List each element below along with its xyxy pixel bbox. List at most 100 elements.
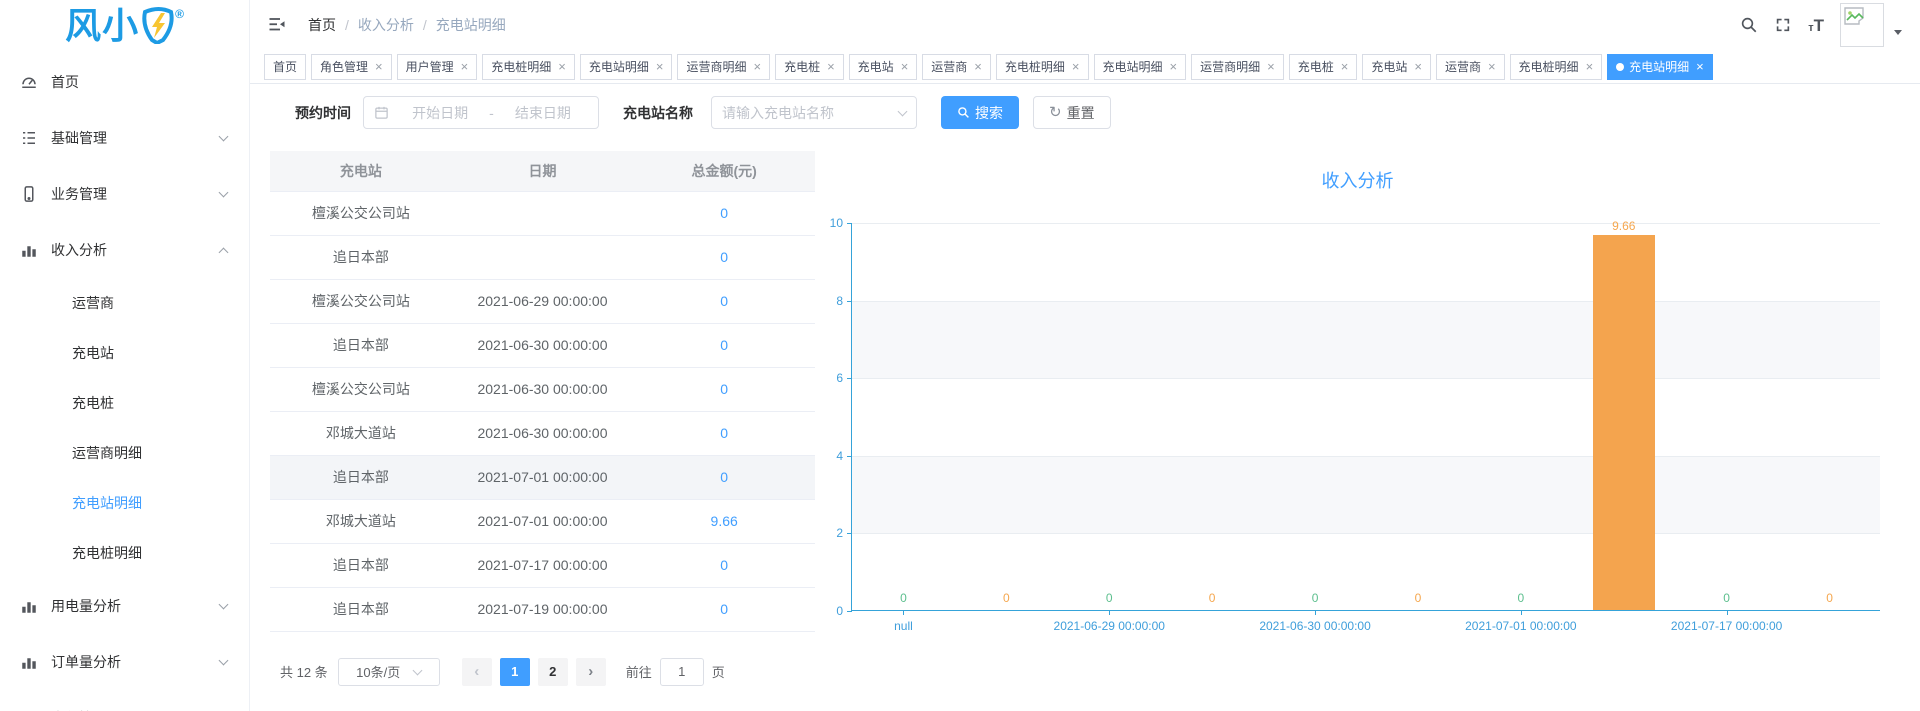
goto-page: 前往 1 页	[626, 658, 725, 686]
view-tab[interactable]: 角色管理 ×	[311, 54, 392, 80]
page-number-button[interactable]: 2	[538, 658, 568, 686]
view-tab[interactable]: 充电桩明细 ×	[1510, 54, 1603, 80]
tab-label: 充电桩明细	[491, 58, 551, 75]
close-tab-icon[interactable]: ×	[375, 60, 383, 73]
table-row[interactable]: 邓城大道站 2021-07-01 00:00:00 9.66	[270, 499, 815, 543]
close-tab-icon[interactable]: ×	[753, 60, 761, 73]
page-size-select[interactable]: 10条/页	[338, 658, 440, 686]
sidebar-submenu-item[interactable]: 运营商明细	[0, 428, 249, 478]
sidebar-toggle-icon[interactable]	[268, 16, 290, 34]
table-row[interactable]: 追日本部 2021-07-17 00:00:00 0	[270, 543, 815, 587]
close-tab-icon[interactable]: ×	[558, 60, 566, 73]
view-tab[interactable]: 首页	[264, 54, 306, 80]
close-tab-icon[interactable]: ×	[974, 60, 982, 73]
cell-amount-link[interactable]: 0	[633, 367, 815, 411]
close-tab-icon[interactable]: ×	[1696, 60, 1704, 73]
cell-amount-link[interactable]: 0	[633, 587, 815, 631]
tab-label: 充电站	[1371, 58, 1407, 75]
cell-amount-link[interactable]: 0	[633, 411, 815, 455]
cell-amount-link[interactable]: 0	[633, 191, 815, 235]
close-tab-icon[interactable]: ×	[901, 60, 909, 73]
table-row[interactable]: 追日本部 2021-07-19 00:00:00 0	[270, 587, 815, 631]
cell-amount-link[interactable]: 9.66	[633, 499, 815, 543]
table-row[interactable]: 邓城大道站 2021-06-30 00:00:00 0	[270, 411, 815, 455]
sidebar-submenu-item[interactable]: 充电桩明细	[0, 528, 249, 578]
view-tab[interactable]: 充电站明细 ×	[580, 54, 673, 80]
close-tab-icon[interactable]: ×	[827, 60, 835, 73]
table-row[interactable]: 檀溪公交公司站 2021-06-30 00:00:00 0	[270, 367, 815, 411]
page-buttons: 12	[496, 658, 572, 686]
font-size-icon[interactable]: тT	[1808, 17, 1824, 34]
start-date-placeholder[interactable]: 开始日期	[395, 103, 485, 123]
tab-label: 充电站明细	[1629, 58, 1689, 75]
cell-amount-link[interactable]: 0	[633, 455, 815, 499]
close-tab-icon[interactable]: ×	[1072, 60, 1080, 73]
close-tab-icon[interactable]: ×	[461, 60, 469, 73]
sidebar-menu-item[interactable]: 基础管理	[0, 110, 249, 166]
close-tab-icon[interactable]: ×	[1586, 60, 1594, 73]
fullscreen-icon[interactable]	[1774, 16, 1792, 34]
close-tab-icon[interactable]: ×	[1341, 60, 1349, 73]
mobile-icon	[20, 185, 38, 203]
sidebar-menu-item[interactable]: 订单量分析	[0, 634, 249, 690]
table-row[interactable]: 追日本部 2021-06-30 00:00:00 0	[270, 323, 815, 367]
table-row[interactable]: 追日本部 2021-07-01 00:00:00 0	[270, 455, 815, 499]
view-tab[interactable]: 充电站明细 ×	[1094, 54, 1187, 80]
view-tab[interactable]: 充电站 ×	[849, 54, 918, 80]
sidebar-menu-item[interactable]: 支付管理	[0, 690, 249, 711]
sidebar-submenu-item[interactable]: 充电桩	[0, 378, 249, 428]
view-tab[interactable]: 充电桩 ×	[775, 54, 844, 80]
date-range-picker[interactable]: 开始日期 - 结束日期	[363, 96, 599, 129]
goto-page-input[interactable]: 1	[660, 658, 704, 686]
view-tab[interactable]: 运营商明细 ×	[677, 54, 770, 80]
close-tab-icon[interactable]: ×	[1267, 60, 1275, 73]
reset-button[interactable]: ↻ 重置	[1033, 96, 1111, 129]
view-tab[interactable]: 充电桩明细 ×	[996, 54, 1089, 80]
search-button[interactable]: 搜索	[941, 96, 1019, 129]
table-row[interactable]: 檀溪公交公司站 0	[270, 191, 815, 235]
breadcrumb-home[interactable]: 首页	[308, 15, 336, 35]
next-page-button[interactable]: ›	[576, 658, 606, 686]
search-icon[interactable]	[1740, 16, 1758, 34]
sidebar-menu-item[interactable]: 收入分析	[0, 222, 249, 278]
close-tab-icon[interactable]: ×	[1170, 60, 1178, 73]
cell-amount-link[interactable]: 0	[633, 543, 815, 587]
page-content: 预约时间 开始日期 - 结束日期 充电站名称 请输入充电站名称	[250, 84, 1920, 711]
x-tick-mark	[1727, 610, 1728, 615]
sidebar-menu-item[interactable]: 业务管理	[0, 166, 249, 222]
sidebar-menu-item[interactable]: 用电量分析	[0, 578, 249, 634]
view-tab[interactable]: 运营商 ×	[1436, 54, 1505, 80]
station-select[interactable]: 请输入充电站名称	[711, 96, 917, 129]
prev-page-button[interactable]: ‹	[462, 658, 492, 686]
cell-amount-link[interactable]: 0	[633, 279, 815, 323]
close-tab-icon[interactable]: ×	[656, 60, 664, 73]
date-filter-label: 预约时间	[295, 103, 351, 123]
breadcrumb: 首页 / 收入分析 / 充电站明细	[308, 15, 506, 35]
view-tab[interactable]: 用户管理 ×	[397, 54, 478, 80]
user-menu-caret-icon[interactable]	[1894, 30, 1902, 35]
table-row[interactable]: 追日本部 0	[270, 235, 815, 279]
cell-amount-link[interactable]: 0	[633, 235, 815, 279]
avatar[interactable]	[1840, 3, 1884, 47]
view-tab[interactable]: 充电桩明细 ×	[482, 54, 575, 80]
close-tab-icon[interactable]: ×	[1414, 60, 1422, 73]
view-tab[interactable]: 运营商明细 ×	[1191, 54, 1284, 80]
close-tab-icon[interactable]: ×	[1488, 60, 1496, 73]
view-tab[interactable]: 运营商 ×	[922, 54, 991, 80]
sidebar-submenu-item[interactable]: 充电站明细	[0, 478, 249, 528]
sidebar: 风小 ® 首页 基础管理 业务管理 收入分析 运营商充电站充电桩运营商明细充电站…	[0, 0, 250, 711]
end-date-placeholder[interactable]: 结束日期	[498, 103, 588, 123]
sidebar-submenu-item[interactable]: 充电站	[0, 328, 249, 378]
tags-view-bar: 首页 角色管理 × 用户管理 × 充电桩明细 × 充电站明细 × 运营商明细 ×…	[250, 50, 1920, 84]
view-tab[interactable]: 充电桩 ×	[1289, 54, 1358, 80]
split-area-band	[852, 301, 1880, 379]
sidebar-menu-item[interactable]: 首页	[0, 54, 249, 110]
table-row[interactable]: 檀溪公交公司站 2021-06-29 00:00:00 0	[270, 279, 815, 323]
view-tab[interactable]: 充电站明细 ×	[1607, 54, 1713, 80]
sidebar-submenu-item[interactable]: 运营商	[0, 278, 249, 328]
view-tab[interactable]: 充电站 ×	[1362, 54, 1431, 80]
breadcrumb-separator: /	[423, 17, 427, 33]
page-number-button[interactable]: 1	[500, 658, 530, 686]
cell-amount-link[interactable]: 0	[633, 323, 815, 367]
y-axis-tick-label: 8	[836, 294, 843, 308]
